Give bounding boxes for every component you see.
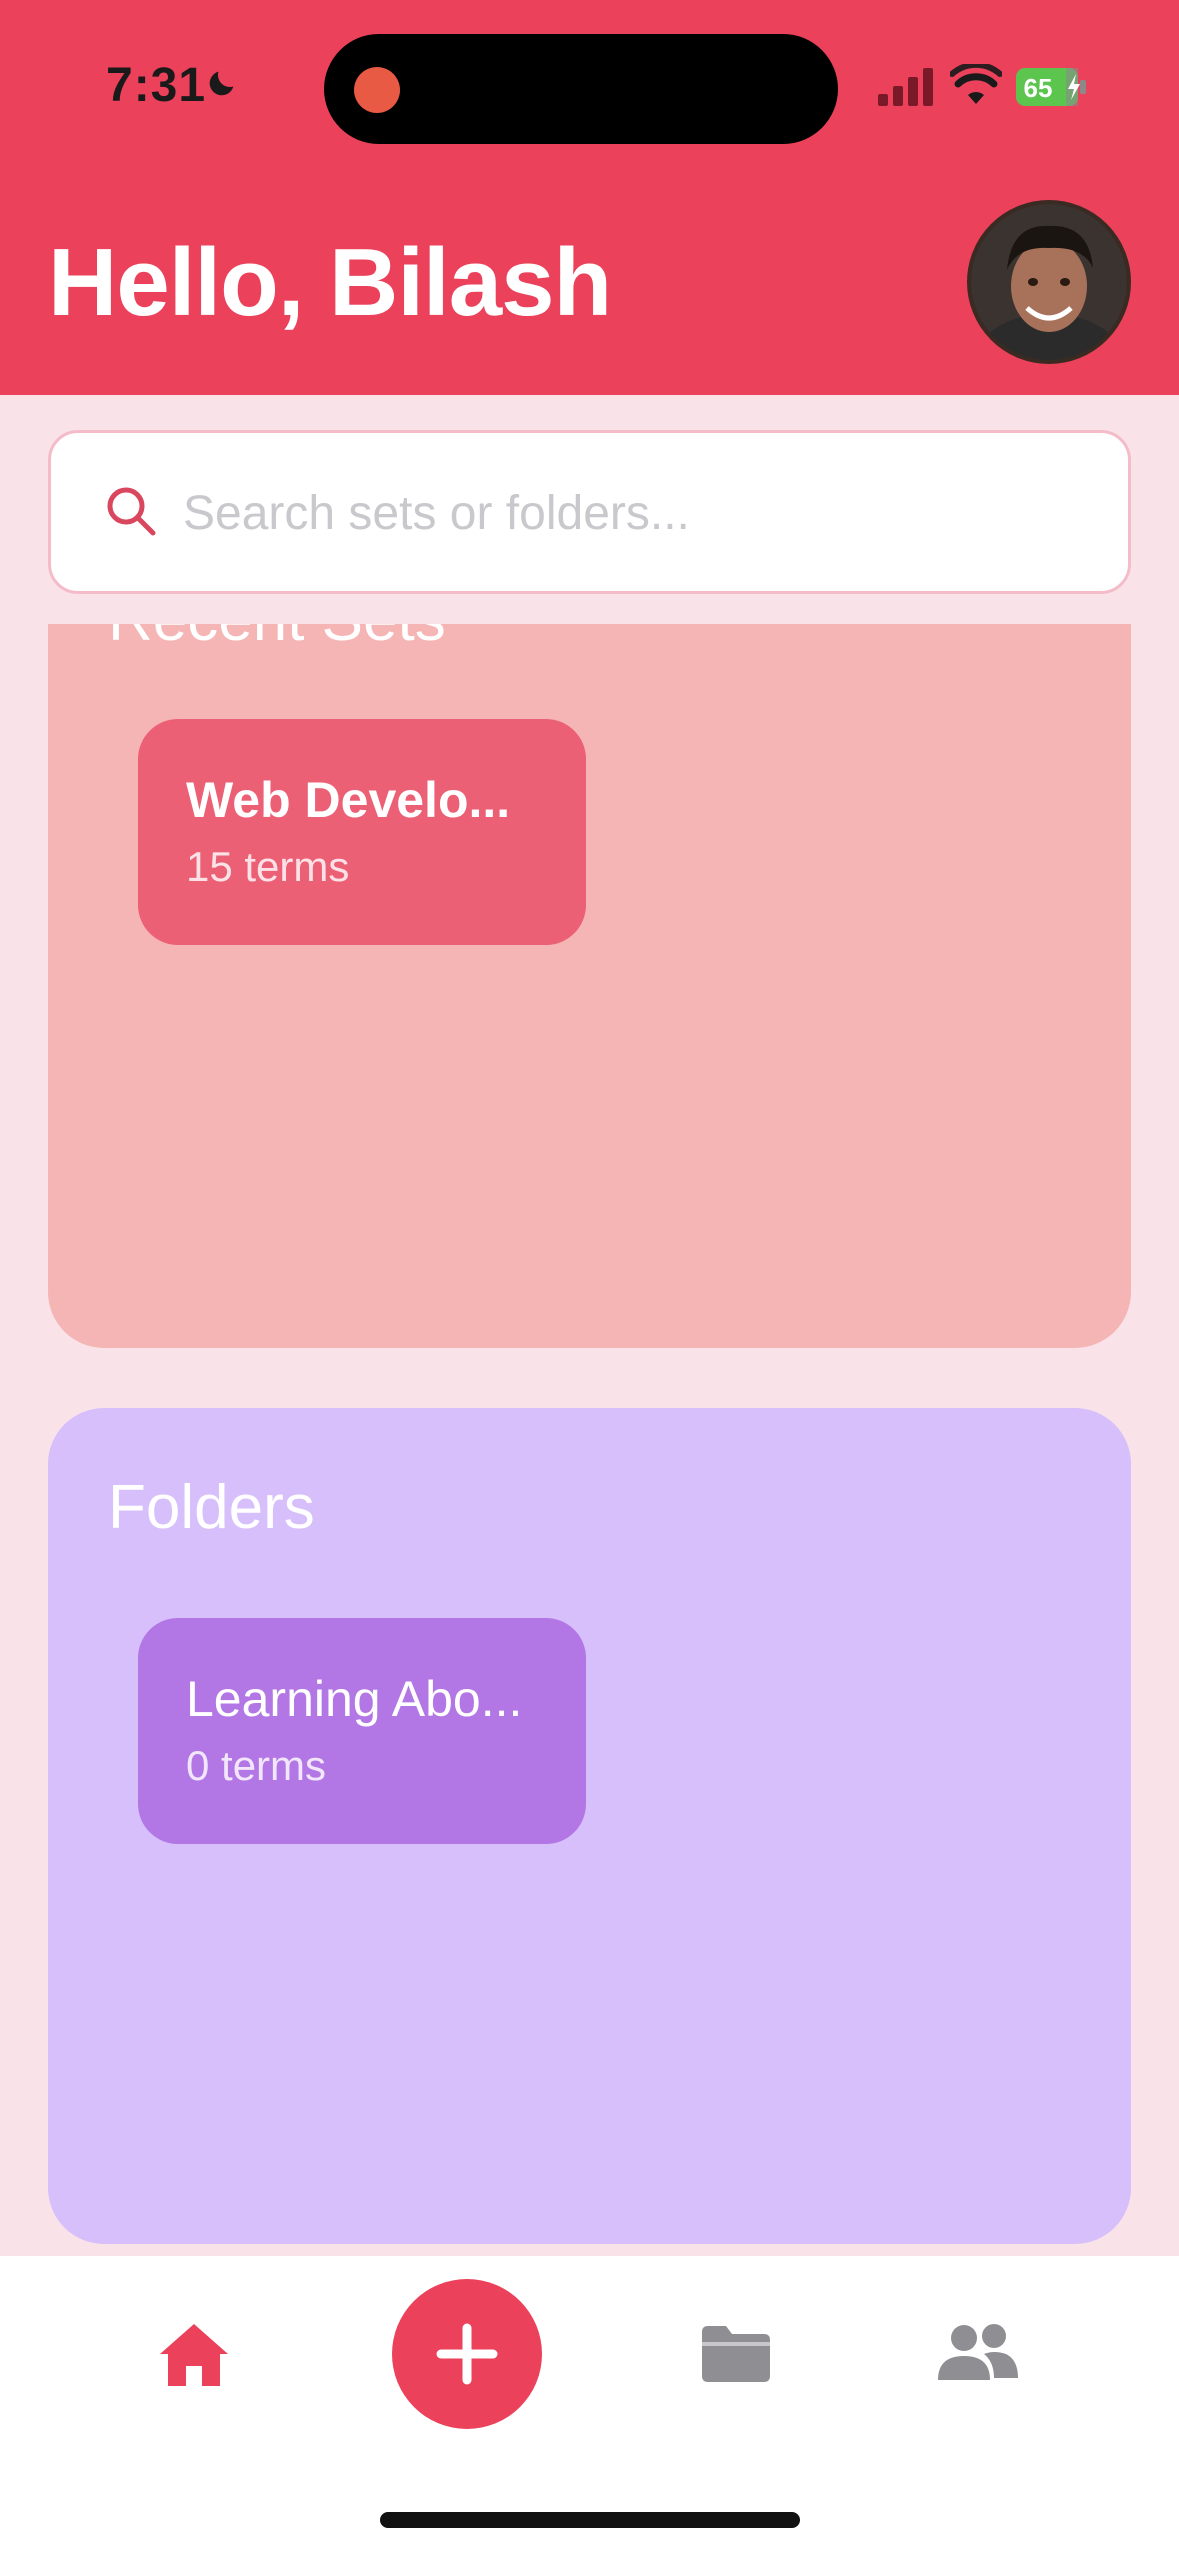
folder-term-count: 0 terms	[186, 1742, 327, 1789]
tab-bar	[0, 2256, 1179, 2556]
search-bar[interactable]	[48, 430, 1131, 594]
avatar[interactable]	[967, 200, 1131, 364]
folder-title: Learning Abo...	[186, 1671, 523, 1727]
folder-icon[interactable]	[700, 2324, 772, 2384]
folders-section: Folders Learning Abo... 0 terms	[48, 1408, 1131, 2244]
search-icon	[107, 487, 156, 536]
folder-card[interactable]: Learning Abo... 0 terms	[138, 1618, 586, 1844]
home-icon[interactable]	[156, 2320, 232, 2390]
avatar-image	[971, 204, 1127, 360]
page-title: Hello, Bilash	[48, 229, 612, 336]
moon-icon	[209, 71, 234, 96]
recent-sets-section: Recent Sets Web Develo... 15 terms	[48, 624, 1131, 1348]
status-time: 7:31	[106, 59, 207, 112]
folders-title: Folders	[108, 1473, 315, 1542]
header: 7:31 65 Hello, Bilash	[0, 0, 1179, 395]
set-title: Web Develo...	[186, 772, 511, 828]
people-icon[interactable]	[936, 2322, 1020, 2382]
search-input[interactable]	[181, 467, 1085, 559]
battery-level: 65	[1024, 73, 1053, 103]
plus-icon	[436, 2323, 498, 2385]
recent-sets-title: Recent Sets	[108, 624, 446, 655]
dynamic-island	[324, 34, 838, 144]
set-card[interactable]: Web Develo... 15 terms	[138, 719, 586, 945]
recording-indicator	[354, 67, 400, 113]
wifi-icon	[950, 64, 1002, 104]
add-button[interactable]	[392, 2279, 542, 2429]
battery-icon: 65	[1016, 68, 1086, 106]
set-term-count: 15 terms	[186, 843, 350, 890]
home-indicator	[380, 2512, 800, 2528]
signal-icon	[878, 68, 933, 106]
